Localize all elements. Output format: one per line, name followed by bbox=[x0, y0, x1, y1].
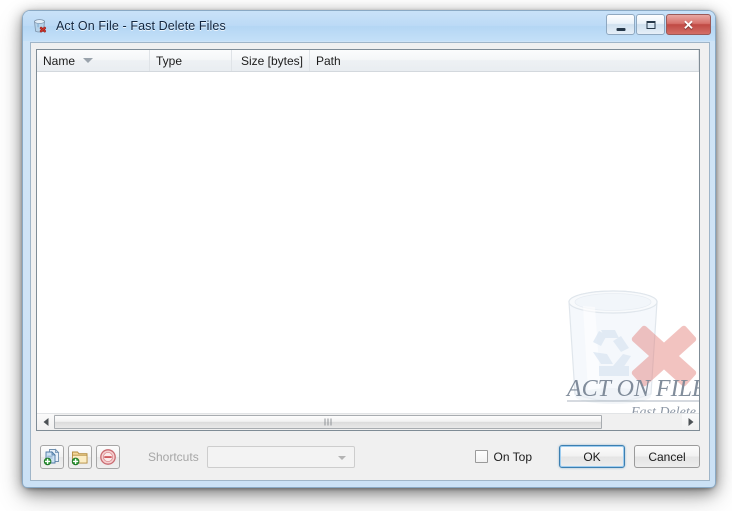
watermark-line1-text: ACT ON FILE bbox=[565, 376, 700, 402]
list-body-empty[interactable]: ACT ON FILE Fast Delete bbox=[37, 72, 699, 420]
column-header-size-label: Size [bytes] bbox=[240, 53, 303, 68]
title-bar[interactable]: Act On File - Fast Delete Files ✕ bbox=[23, 11, 715, 41]
column-header-path[interactable]: Path bbox=[310, 50, 699, 71]
desktop-backdrop: Act On File - Fast Delete Files ✕ Name T… bbox=[0, 0, 732, 511]
maximize-icon bbox=[646, 20, 655, 29]
column-header-type[interactable]: Type bbox=[150, 50, 232, 71]
bottom-toolbar: Shortcuts On Top OK Cancel bbox=[31, 433, 709, 480]
remove-circle-icon bbox=[100, 448, 116, 465]
on-top-checkbox-group[interactable]: On Top bbox=[474, 449, 532, 464]
column-header-size[interactable]: Size [bytes] bbox=[232, 50, 310, 71]
column-header-type-label: Type bbox=[156, 53, 183, 68]
client-area: Name Type Size [bytes] Path ACT ON FILE … bbox=[30, 42, 710, 481]
minimize-button[interactable] bbox=[606, 14, 635, 35]
window-title: Act On File - Fast Delete Files bbox=[56, 19, 226, 33]
scrollbar-track[interactable] bbox=[54, 414, 682, 430]
close-button[interactable]: ✕ bbox=[666, 14, 711, 35]
scroll-right-icon bbox=[688, 418, 693, 426]
app-icon bbox=[32, 18, 49, 35]
cancel-button[interactable]: Cancel bbox=[634, 445, 700, 468]
scrollbar-thumb[interactable] bbox=[54, 415, 602, 429]
remove-button[interactable] bbox=[96, 444, 120, 469]
scrollbar-grip-icon bbox=[324, 418, 332, 426]
shortcuts-label: Shortcuts bbox=[148, 449, 199, 464]
shortcuts-dropdown[interactable] bbox=[206, 445, 355, 468]
ok-button[interactable]: OK bbox=[559, 445, 625, 468]
chevron-down-icon bbox=[337, 455, 346, 460]
close-icon: ✕ bbox=[683, 17, 694, 32]
sort-descending-icon bbox=[83, 58, 94, 63]
add-folder-icon bbox=[71, 451, 88, 465]
horizontal-scrollbar[interactable] bbox=[37, 413, 699, 430]
application-window: Act On File - Fast Delete Files ✕ Name T… bbox=[22, 10, 716, 488]
file-list-view[interactable]: Name Type Size [bytes] Path ACT ON FILE … bbox=[36, 49, 700, 431]
scroll-left-button[interactable] bbox=[37, 414, 54, 430]
add-file-icon bbox=[43, 448, 60, 465]
scroll-left-icon bbox=[43, 418, 48, 426]
scroll-right-button[interactable] bbox=[682, 414, 699, 430]
column-header-name-label: Name bbox=[43, 53, 76, 68]
add-folder-button[interactable] bbox=[68, 444, 92, 469]
maximize-button[interactable] bbox=[636, 14, 665, 35]
add-files-button[interactable] bbox=[40, 444, 64, 469]
list-column-header-row: Name Type Size [bytes] Path bbox=[37, 50, 699, 72]
column-header-path-label: Path bbox=[316, 53, 341, 68]
watermark: ACT ON FILE Fast Delete bbox=[543, 284, 700, 420]
minimize-icon bbox=[616, 28, 625, 31]
caption-button-group: ✕ bbox=[605, 14, 711, 35]
on-top-label: On Top bbox=[493, 449, 532, 464]
column-header-name[interactable]: Name bbox=[37, 50, 150, 71]
on-top-checkbox[interactable] bbox=[474, 450, 488, 463]
